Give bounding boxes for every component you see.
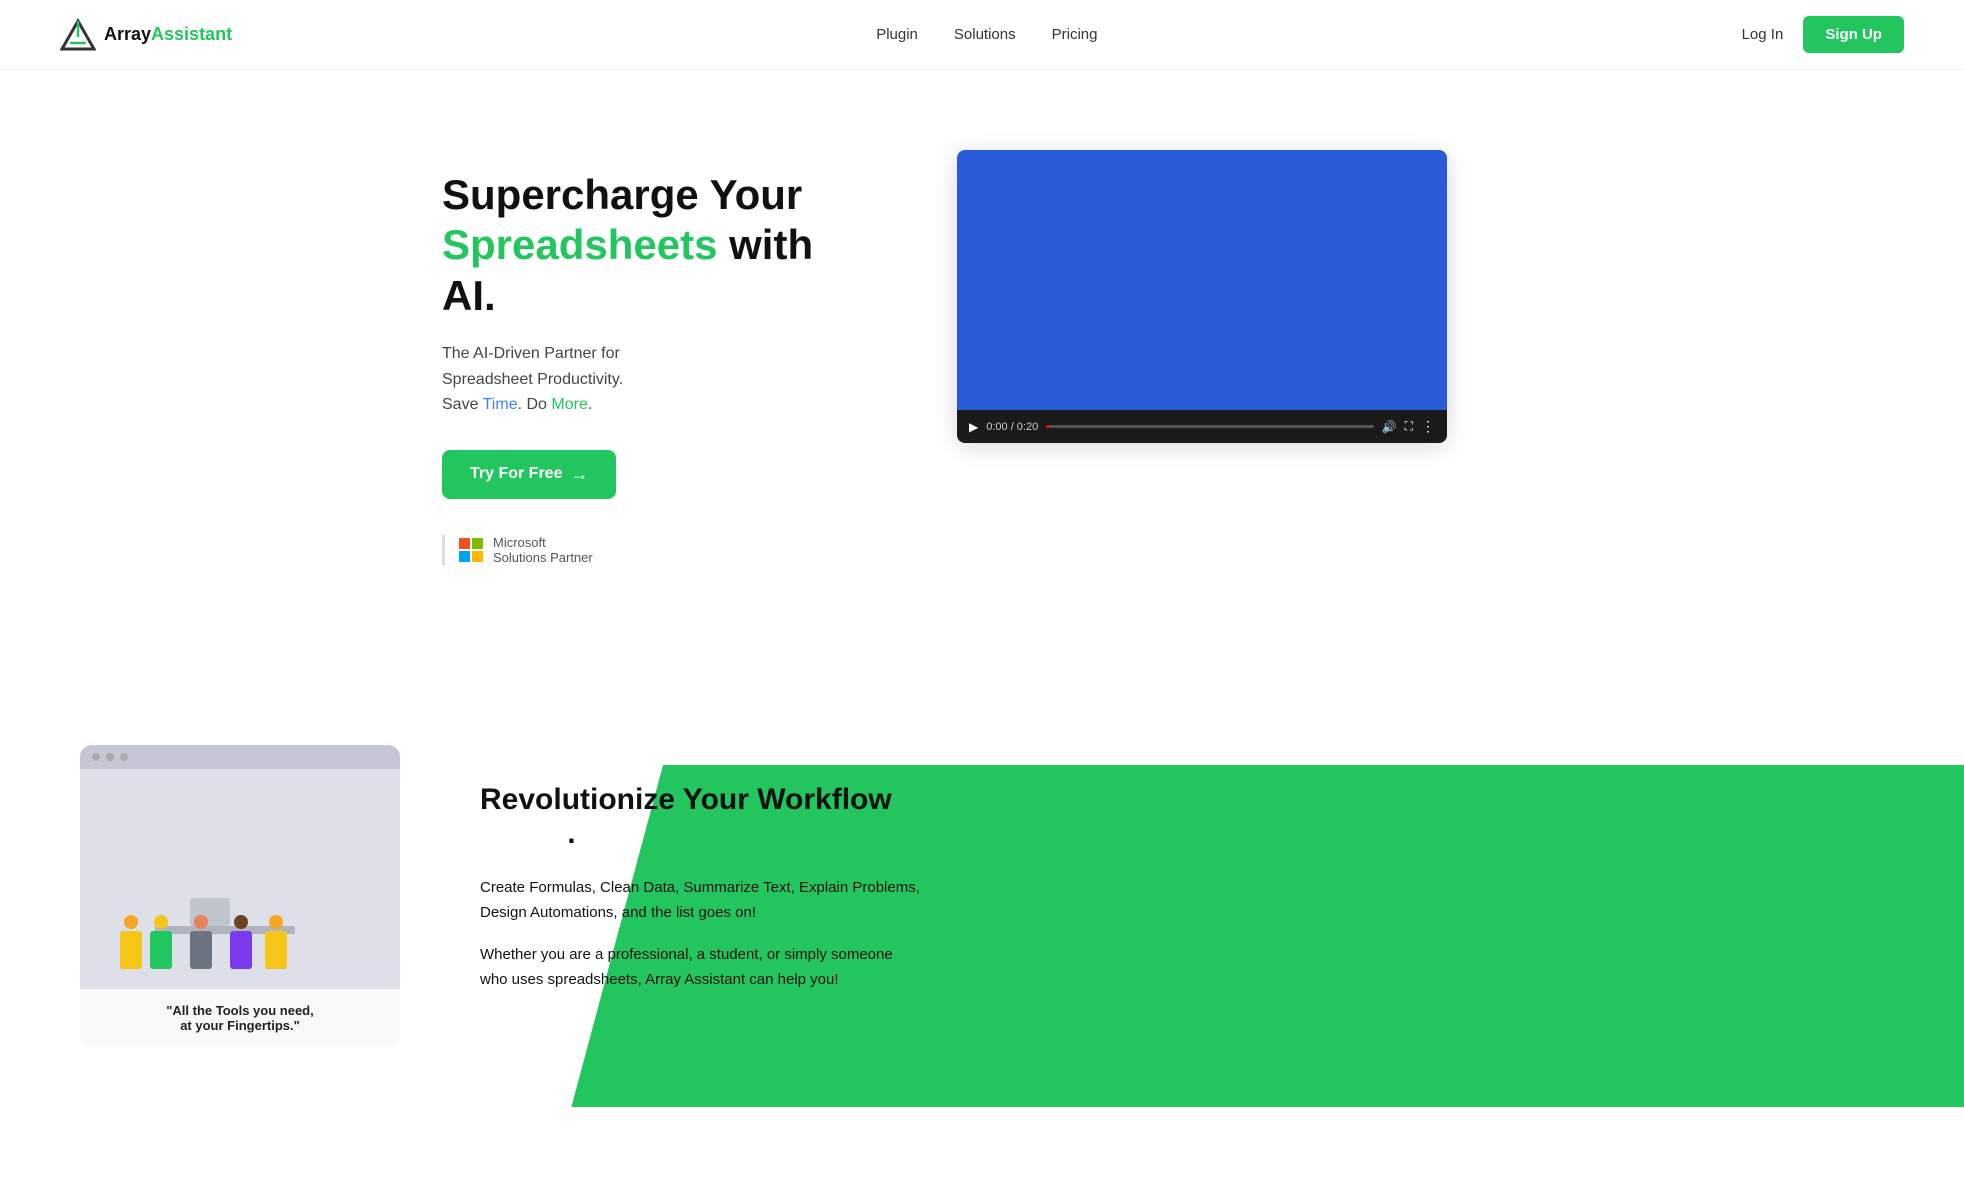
- ms-partner-sublabel: Solutions Partner: [493, 550, 593, 565]
- card-illustration: [80, 769, 400, 989]
- card-dot-1: [92, 753, 100, 761]
- try-for-free-button[interactable]: Try For Free →: [442, 450, 616, 499]
- green-text-block: Revolutionize Your Workflow Today. Creat…: [480, 783, 920, 1009]
- people-illustration: [100, 789, 380, 969]
- navbar: ArrayAssistant Plugin Solutions Pricing …: [0, 0, 1964, 70]
- video-progress-fill: [1046, 425, 1049, 428]
- green-section: "All the Tools you need, at your Fingert…: [0, 685, 1964, 1107]
- logo-icon: [60, 17, 96, 53]
- hero-heading-line1: Supercharge Your: [442, 171, 802, 218]
- more-options-icon[interactable]: ⋮: [1421, 418, 1435, 435]
- ms-partner-name: Microsoft: [493, 535, 593, 550]
- card-dot-3: [120, 753, 128, 761]
- person-1: [120, 915, 142, 969]
- hero-subtext: The AI-Driven Partner for Spreadsheet Pr…: [442, 341, 822, 418]
- green-title-today: Today: [480, 817, 567, 850]
- hero-subtext-line1: The AI-Driven Partner for: [442, 345, 620, 362]
- hero-left: Supercharge Your Spreadsheets with AI. T…: [442, 150, 822, 565]
- person-3: [190, 915, 212, 969]
- ms-partner-text: Microsoft Solutions Partner: [493, 535, 593, 565]
- nav-solutions[interactable]: Solutions: [954, 26, 1016, 43]
- card-top-bar: [80, 745, 400, 769]
- volume-icon[interactable]: 🔊: [1382, 420, 1397, 434]
- video-progress-bar[interactable]: [1046, 425, 1373, 428]
- logo-text: ArrayAssistant: [104, 24, 232, 45]
- hero-right: ▶ 0:00 / 0:20 🔊 ⛶ ⋮: [882, 150, 1522, 443]
- hero-heading-green: Spreadsheets: [442, 221, 717, 268]
- login-button[interactable]: Log In: [1742, 26, 1784, 43]
- nav-actions: Log In Sign Up: [1742, 16, 1904, 53]
- microsoft-logo-icon: [459, 538, 483, 562]
- video-time: 0:00 / 0:20: [986, 421, 1038, 433]
- hero-heading: Supercharge Your Spreadsheets with AI.: [442, 170, 822, 321]
- video-player[interactable]: ▶ 0:00 / 0:20 🔊 ⛶ ⋮: [957, 150, 1447, 443]
- person-2: [150, 915, 172, 969]
- hero-subtext-end: .: [588, 396, 592, 413]
- card-dot-2: [106, 753, 114, 761]
- hero-subtext-do: . Do: [518, 396, 552, 413]
- try-button-arrow-icon: →: [570, 464, 588, 485]
- logo-link[interactable]: ArrayAssistant: [60, 17, 232, 53]
- video-controls: ▶ 0:00 / 0:20 🔊 ⛶ ⋮: [957, 410, 1447, 443]
- person-4: [230, 915, 252, 969]
- ms-partner-badge: Microsoft Solutions Partner: [442, 535, 822, 565]
- play-icon[interactable]: ▶: [969, 420, 978, 434]
- card-quote-line2: at your Fingertips.": [96, 1018, 384, 1033]
- green-title-part1: Revolutionize Your Workflow: [480, 783, 892, 816]
- green-title-dot: .: [567, 817, 575, 850]
- green-title: Revolutionize Your Workflow Today.: [480, 783, 920, 851]
- try-button-label: Try For Free: [470, 465, 562, 483]
- person-5: [265, 915, 287, 969]
- green-desc-2: Whether you are a professional, a studen…: [480, 942, 920, 993]
- fullscreen-icon[interactable]: ⛶: [1405, 419, 1413, 434]
- video-screen: [957, 150, 1447, 410]
- signup-button[interactable]: Sign Up: [1803, 16, 1904, 53]
- card-quote-line1: "All the Tools you need,: [96, 1003, 384, 1018]
- green-desc-1: Create Formulas, Clean Data, Summarize T…: [480, 875, 920, 926]
- hero-section: Supercharge Your Spreadsheets with AI. T…: [382, 70, 1582, 625]
- hero-subtext-time: Time: [483, 396, 518, 413]
- hero-subtext-save: Save: [442, 396, 483, 413]
- nav-plugin[interactable]: Plugin: [876, 26, 918, 43]
- hero-subtext-more: More: [551, 396, 587, 413]
- green-content: "All the Tools you need, at your Fingert…: [0, 685, 1964, 1107]
- feature-image-card: "All the Tools you need, at your Fingert…: [80, 745, 400, 1047]
- hero-subtext-line2: Spreadsheet Productivity.: [442, 371, 623, 388]
- card-quote: "All the Tools you need, at your Fingert…: [80, 989, 400, 1047]
- nav-links: Plugin Solutions Pricing: [876, 26, 1097, 44]
- nav-pricing[interactable]: Pricing: [1052, 26, 1098, 43]
